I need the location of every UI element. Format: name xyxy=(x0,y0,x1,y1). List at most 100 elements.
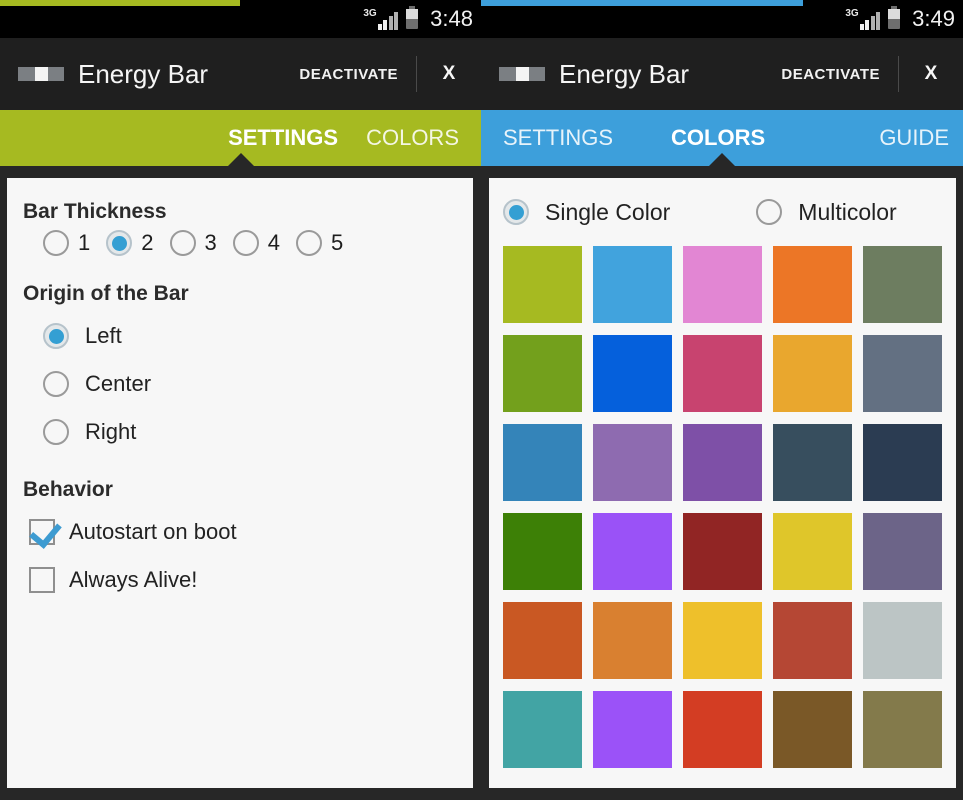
radio-single-color[interactable] xyxy=(503,199,529,225)
origin-option-center[interactable]: Center xyxy=(43,360,473,408)
color-swatch-r6-c3[interactable] xyxy=(683,691,762,768)
tab-settings[interactable]: SETTINGS xyxy=(489,110,627,166)
thickness-option-4[interactable]: 4 xyxy=(232,230,280,256)
thickness-label-2: 2 xyxy=(141,230,154,255)
bar-thickness-heading: Bar Thickness xyxy=(23,200,167,223)
color-swatch-r6-c2[interactable] xyxy=(593,691,672,768)
radio-multicolor[interactable] xyxy=(756,199,783,225)
network-type-label: 3G xyxy=(845,8,859,19)
energy-bar-overlay xyxy=(481,0,803,6)
checkbox-behavior-0[interactable] xyxy=(29,519,55,545)
radio-thickness-5[interactable] xyxy=(296,230,322,256)
behavior-option-0[interactable]: Autostart on boot xyxy=(29,508,473,556)
tab-bar: SETTINGS COLORS GUIDE xyxy=(481,110,963,167)
checkbox-behavior-1[interactable] xyxy=(29,567,55,593)
close-button[interactable]: X xyxy=(417,63,481,85)
tab-guide[interactable]: GUIDE xyxy=(865,110,963,166)
close-button[interactable]: X xyxy=(899,63,963,85)
color-swatch-r5-c4[interactable] xyxy=(773,602,852,679)
color-swatch-r4-c1[interactable] xyxy=(503,513,582,590)
color-swatch-r2-c5[interactable] xyxy=(863,335,942,412)
dual-screenshot-container: 3G 3:48 Energy Bar DEACTIVATE X SETTINGS… xyxy=(0,0,963,800)
left-phone-screen: 3G 3:48 Energy Bar DEACTIVATE X SETTINGS… xyxy=(0,0,481,800)
color-swatch-r3-c5[interactable] xyxy=(863,424,942,501)
radio-thickness-4[interactable] xyxy=(232,230,259,256)
behavior-heading: Behavior xyxy=(23,478,113,501)
radio-origin-center[interactable] xyxy=(43,371,69,397)
mode-label-multicolor: Multicolor xyxy=(798,198,897,225)
app-title: Energy Bar xyxy=(78,58,209,89)
deactivate-button[interactable]: DEACTIVATE xyxy=(281,66,416,83)
mode-option-multicolor[interactable]: Multicolor xyxy=(756,198,897,226)
radio-thickness-1[interactable] xyxy=(43,230,69,256)
status-icons: 3G 3:49 xyxy=(845,6,955,32)
color-swatch-r6-c4[interactable] xyxy=(773,691,852,768)
color-swatch-r6-c1[interactable] xyxy=(503,691,582,768)
color-swatch-r3-c3[interactable] xyxy=(683,424,762,501)
battery-icon xyxy=(888,6,901,29)
origin-label-right: Right xyxy=(85,419,137,444)
origin-radio-group[interactable]: Left Center Right xyxy=(7,312,473,456)
colors-card: Single Color Multicolor xyxy=(489,178,956,788)
color-swatch-r1-c1[interactable] xyxy=(503,246,582,323)
color-swatch-r4-c4[interactable] xyxy=(773,513,852,590)
behavior-label-1: Always Alive! xyxy=(69,567,198,592)
thickness-option-5[interactable]: 5 xyxy=(296,230,343,256)
color-swatch-r4-c3[interactable] xyxy=(683,513,762,590)
signal-strength-icon: 3G xyxy=(845,8,881,30)
color-swatch-r3-c1[interactable] xyxy=(503,424,582,501)
origin-label-left: Left xyxy=(85,323,122,348)
status-clock: 3:49 xyxy=(912,6,955,31)
radio-origin-right[interactable] xyxy=(43,419,69,445)
color-mode-radio-group[interactable]: Single Color Multicolor xyxy=(489,184,956,240)
radio-origin-left[interactable] xyxy=(43,323,69,349)
color-palette-grid[interactable] xyxy=(489,240,956,768)
color-swatch-r4-c5[interactable] xyxy=(863,513,942,590)
network-type-label: 3G xyxy=(363,8,377,19)
color-swatch-r2-c4[interactable] xyxy=(773,335,852,412)
signal-bars-icon xyxy=(859,12,881,30)
bar-thickness-radio-group[interactable]: 1 2 3 4 5 xyxy=(43,230,473,256)
thickness-label-3: 3 xyxy=(204,230,217,255)
color-swatch-r5-c2[interactable] xyxy=(593,602,672,679)
color-swatch-r6-c5[interactable] xyxy=(863,691,942,768)
battery-icon xyxy=(406,6,419,29)
deactivate-button[interactable]: DEACTIVATE xyxy=(763,66,898,83)
mode-option-single-color[interactable]: Single Color xyxy=(503,199,670,226)
app-bar: Energy Bar DEACTIVATE X xyxy=(0,38,481,110)
color-swatch-r3-c2[interactable] xyxy=(593,424,672,501)
color-swatch-r5-c5[interactable] xyxy=(863,602,942,679)
color-swatch-r1-c3[interactable] xyxy=(683,246,762,323)
active-tab-indicator xyxy=(227,153,255,167)
origin-label-center: Center xyxy=(85,371,152,396)
color-swatch-r2-c1[interactable] xyxy=(503,335,582,412)
thickness-option-3[interactable]: 3 xyxy=(169,230,217,256)
colors-content: Single Color Multicolor xyxy=(481,166,963,800)
tab-colors[interactable]: COLORS xyxy=(352,110,473,166)
signal-strength-icon: 3G xyxy=(363,8,399,30)
behavior-checkbox-group[interactable]: Autostart on boot Always Alive! xyxy=(7,508,473,604)
tab-bar: SETTINGS COLORS xyxy=(0,110,481,167)
color-swatch-r5-c3[interactable] xyxy=(683,602,762,679)
color-swatch-r1-c5[interactable] xyxy=(863,246,942,323)
energy-bar-overlay xyxy=(0,0,240,6)
thickness-option-2[interactable]: 2 xyxy=(106,230,154,256)
mode-label-single-color: Single Color xyxy=(545,198,671,225)
origin-option-left[interactable]: Left xyxy=(43,312,473,360)
radio-thickness-2[interactable] xyxy=(106,230,133,256)
behavior-option-1[interactable]: Always Alive! xyxy=(29,556,473,604)
energy-bar-icon xyxy=(18,67,64,81)
color-swatch-r1-c2[interactable] xyxy=(593,246,672,323)
app-title: Energy Bar xyxy=(559,58,690,89)
color-swatch-r1-c4[interactable] xyxy=(773,246,852,323)
color-swatch-r4-c2[interactable] xyxy=(593,513,672,590)
color-swatch-r3-c4[interactable] xyxy=(773,424,852,501)
thickness-option-1[interactable]: 1 xyxy=(43,230,90,256)
origin-option-right[interactable]: Right xyxy=(43,408,473,456)
right-phone-screen: 3G 3:49 Energy Bar DEACTIVATE X SETTINGS… xyxy=(481,0,963,800)
color-swatch-r2-c3[interactable] xyxy=(683,335,762,412)
radio-thickness-3[interactable] xyxy=(169,230,196,256)
color-swatch-r5-c1[interactable] xyxy=(503,602,582,679)
color-swatch-r2-c2[interactable] xyxy=(593,335,672,412)
active-tab-indicator xyxy=(708,153,736,167)
